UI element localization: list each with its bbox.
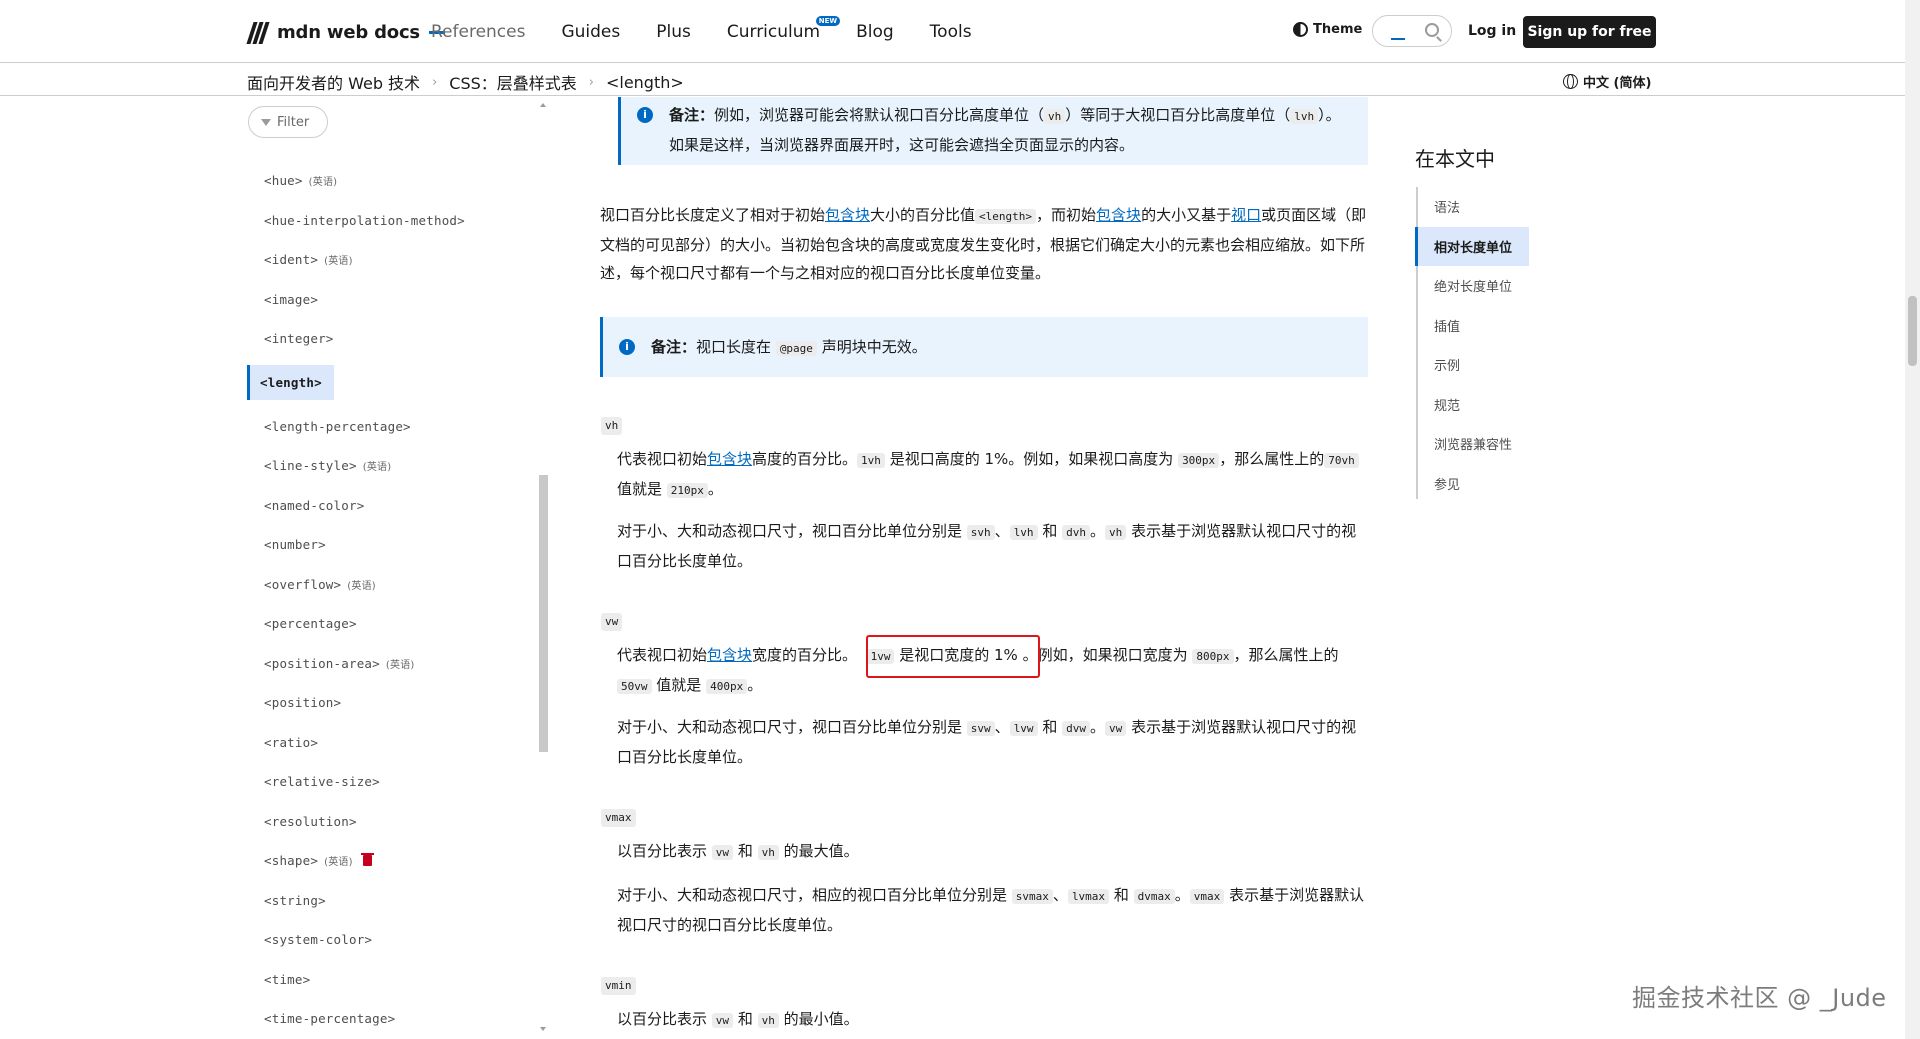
theme-label: Theme <box>1313 22 1363 37</box>
link-containing-block[interactable]: 包含块 <box>1096 206 1141 224</box>
nav-tools[interactable]: Tools <box>930 22 972 42</box>
search-input[interactable] <box>1372 15 1452 47</box>
link-containing-block[interactable]: 包含块 <box>707 646 752 664</box>
active-item-label: <length> <box>247 365 334 400</box>
sidebar-scroll-up-icon[interactable] <box>540 103 546 107</box>
breadcrumb-item-css[interactable]: CSS：层叠样式表 <box>449 70 577 94</box>
sidebar-filter-input[interactable]: Filter <box>248 106 328 138</box>
toc-item-browser-compat[interactable]: 浏览器兼容性 <box>1416 424 1529 464</box>
chevron-right-icon: › <box>588 74 594 90</box>
theme-button[interactable]: Theme <box>1293 22 1362 37</box>
term-vh: vh <box>601 417 623 435</box>
chevron-right-icon: › <box>432 74 438 90</box>
sidebar-item[interactable]: <shape> (英语) <box>247 841 537 881</box>
sidebar-item[interactable]: <system-color> <box>247 920 537 960</box>
toc-item-syntax[interactable]: 语法 <box>1416 187 1529 227</box>
sidebar-item[interactable]: <image> <box>247 280 537 320</box>
sidebar-scroll-down-icon[interactable] <box>540 1027 546 1031</box>
vmax-definition: 以百分比表示 vw 和 vh 的最大值。 <box>617 842 859 860</box>
nav-blog[interactable]: Blog <box>856 22 894 42</box>
sidebar-item[interactable]: <relative-size> <box>247 762 537 802</box>
nav-curriculum[interactable]: Curriculum NEW <box>726 16 841 42</box>
deprecated-trash-icon <box>360 853 374 867</box>
mdn-logo[interactable]: mdn web docs <box>246 20 445 44</box>
link-viewport[interactable]: 视口 <box>1231 206 1261 224</box>
sidebar-item[interactable]: <ident> (英语) <box>247 240 537 280</box>
sidebar-item[interactable]: <integer> <box>247 319 537 359</box>
logo-text: mdn web docs <box>277 21 420 43</box>
nav-references[interactable]: References <box>431 22 525 42</box>
sidebar-item[interactable]: <position> <box>247 683 537 723</box>
nav-curriculum-label: Curriculum <box>726 22 821 42</box>
term-vw: vw <box>601 613 623 631</box>
nav-plus[interactable]: Plus <box>656 22 691 42</box>
language-switcher[interactable]: 中文 (简体) <box>1563 72 1651 91</box>
toc-item-specifications[interactable]: 规范 <box>1416 385 1529 425</box>
sidebar-item[interactable]: <time-percentage> <box>247 999 537 1039</box>
toc-item-relative-units[interactable]: 相对长度单位 <box>1415 226 1529 266</box>
article-content: i 备注：例如，浏览器可能会将默认视口百分比高度单位（ vh ）等同于大视口百分比高… <box>600 97 1370 1039</box>
sidebar-item[interactable]: <percentage> <box>247 604 537 644</box>
sidebar-item[interactable]: <number> <box>247 525 537 565</box>
sidebar-item[interactable]: <line-style> (英语) <box>247 446 537 486</box>
mdn-logo-icon <box>246 20 271 44</box>
sidebar-item[interactable]: <length-percentage> <box>247 407 537 447</box>
filter-placeholder: Filter <box>277 114 310 130</box>
sidebar-item-active[interactable]: <length> <box>247 359 537 407</box>
term-vmin: vmin <box>601 977 636 995</box>
watermark: 掘金技术社区 @ _Jude <box>1632 984 1887 1012</box>
search-caret <box>1391 38 1405 40</box>
login-link[interactable]: Log in <box>1468 23 1516 39</box>
vmax-variants: 对于小、大和动态视口尺寸，相应的视口百分比单位分别是 svmax、 lvmax 和… <box>617 886 1365 934</box>
breadcrumb-item-web-tech[interactable]: 面向开发者的 Web 技术 <box>247 70 420 94</box>
info-icon: i <box>637 107 653 123</box>
sidebar-item[interactable]: <hue-interpolation-method> <box>247 201 537 241</box>
sidebar-item[interactable]: <hue> (英语) <box>247 161 537 201</box>
signup-button[interactable]: Sign up for free <box>1523 16 1656 48</box>
toc-item-see-also[interactable]: 参见 <box>1416 464 1529 504</box>
intro-paragraph: 视口百分比长度定义了相对于初始包含块大小的百分比值 <length> ，而初始包含块… <box>600 206 1367 282</box>
filter-icon <box>261 118 271 126</box>
toc-title: 在本文中 <box>1415 147 1495 171</box>
main-nav: References Guides Plus Curriculum NEW Bl… <box>431 16 1008 42</box>
sidebar: Filter <hue> (英语) <hue-interpolation-meth… <box>247 97 557 1039</box>
top-navigation-bar: mdn web docs References Guides Plus Curr… <box>0 0 1905 63</box>
breadcrumb-bar: 面向开发者的 Web 技术 › CSS：层叠样式表 › <length> 中文 … <box>0 64 1905 96</box>
vw-variants: 对于小、大和动态视口尺寸，视口百分比单位分别是 svw、 lvw 和 dvw。 vw… <box>617 718 1357 766</box>
vw-definition: 代表视口初始包含块宽度的百分比。 1vw 是视口宽度的 1% 。例如，如果视口宽… <box>617 646 1339 694</box>
language-label: 中文 (简体) <box>1583 76 1652 91</box>
link-containing-block[interactable]: 包含块 <box>825 206 870 224</box>
breadcrumb: 面向开发者的 Web 技术 › CSS：层叠样式表 › <length> <box>247 70 684 94</box>
sidebar-item[interactable]: <named-color> <box>247 486 537 526</box>
link-containing-block[interactable]: 包含块 <box>707 450 752 468</box>
theme-icon <box>1293 22 1308 37</box>
globe-icon <box>1563 74 1578 89</box>
nav-guides[interactable]: Guides <box>561 22 620 42</box>
sidebar-item[interactable]: <resolution> <box>247 802 537 842</box>
term-vmax: vmax <box>601 809 636 827</box>
search-icon[interactable] <box>1425 23 1439 37</box>
sidebar-item[interactable]: <overflow> (英语) <box>247 565 537 605</box>
new-badge: NEW <box>815 16 841 26</box>
toc-list: 语法 相对长度单位 绝对长度单位 插值 示例 规范 浏览器兼容性 参见 <box>1415 187 1529 504</box>
sidebar-item[interactable]: <string> <box>247 881 537 921</box>
toc-item-interpolation[interactable]: 插值 <box>1416 306 1529 346</box>
info-icon: i <box>619 339 635 355</box>
sidebar-item[interactable]: <ratio> <box>247 723 537 763</box>
sidebar-list: <hue> (英语) <hue-interpolation-method> <id… <box>247 161 537 1039</box>
toc-item-absolute-units[interactable]: 绝对长度单位 <box>1416 266 1529 306</box>
note-callout-page: i 备注：视口长度在 @page 声明块中无效。 <box>600 317 1368 377</box>
vmin-definition: 以百分比表示 vw 和 vh 的最小值。 <box>617 1010 859 1028</box>
note-callout-browser-ui: i 备注：例如，浏览器可能会将默认视口百分比高度单位（ vh ）等同于大视口百分比高… <box>618 97 1368 165</box>
sidebar-scrollbar[interactable] <box>539 475 548 752</box>
sidebar-item[interactable]: <position-area> (英语) <box>247 644 537 684</box>
toc-item-examples[interactable]: 示例 <box>1416 345 1529 385</box>
vh-definition: 代表视口初始包含块高度的百分比。 1vh 是视口高度的 1%。例如，如果视口高度为… <box>617 445 1368 505</box>
page-scrollbar-track[interactable] <box>1905 0 1920 1039</box>
sidebar-item[interactable]: <time> <box>247 960 537 1000</box>
vh-variants: 对于小、大和动态视口尺寸，视口百分比单位分别是 svh、 lvh 和 dvh。 vh… <box>617 522 1357 570</box>
page-scrollbar-thumb[interactable] <box>1908 296 1917 366</box>
breadcrumb-item-length[interactable]: <length> <box>606 73 684 92</box>
